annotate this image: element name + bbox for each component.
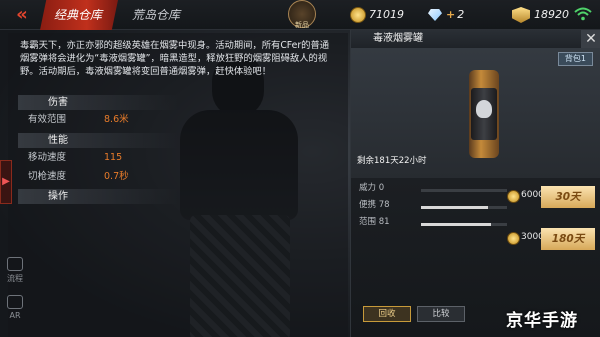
panel-header: 毒液烟雾罐 ✕ <box>351 30 600 48</box>
remaining-time: 剩余181天22小时 <box>357 156 427 166</box>
honor-icon <box>512 7 530 23</box>
emblem-label: 新品 <box>295 21 309 29</box>
venom-smoke-canister-icon <box>469 70 499 158</box>
bar-label: 便携 78 <box>359 200 390 210</box>
diamond-amount: 2 <box>457 8 465 21</box>
compare-button[interactable]: 比较 <box>417 306 465 322</box>
dock-label: AR <box>9 311 21 320</box>
coin-icon <box>507 190 520 203</box>
left-dock: 流程 AR <box>0 255 30 333</box>
buy-30-days-button[interactable]: 30天 <box>541 186 595 208</box>
recycle-button[interactable]: 回收 <box>363 306 411 322</box>
wifi-icon <box>574 7 592 21</box>
back-icon[interactable]: « <box>4 4 40 26</box>
backpack-tag[interactable]: 背包1 <box>557 52 593 66</box>
stat-switch-speed: 切枪速度 0.7秒 <box>18 169 218 185</box>
watermark-logo: 京华手游 <box>506 311 578 331</box>
honor-balance[interactable]: 18920 <box>512 6 569 24</box>
panel-title: 毒液烟雾罐 <box>373 33 423 44</box>
section-operation: 操作 <box>18 189 178 204</box>
section-damage: 伤害 <box>18 95 178 110</box>
coin-amount: 71019 <box>369 8 404 21</box>
bar-label: 范围 81 <box>359 217 390 227</box>
stat-value: 115 <box>104 152 123 163</box>
add-icon: + <box>446 8 456 21</box>
item-info-panel: 毒霸天下，亦正亦邪的超级英雄在烟雾中现身。活动期间，所有CFer的普通烟雾弹将会… <box>8 33 348 337</box>
coin-icon <box>350 7 366 23</box>
tab-classic-warehouse[interactable]: 经典仓库 <box>40 0 118 30</box>
venom-face-icon <box>476 100 492 118</box>
section-performance: 性能 <box>18 133 178 148</box>
new-item-emblem[interactable]: 新品 <box>282 0 322 30</box>
stat-label: 有效范围 <box>28 114 67 125</box>
stat-value: 0.7秒 <box>104 171 129 182</box>
diamond-balance[interactable]: +2 <box>428 6 464 24</box>
coin-balance[interactable]: 71019 <box>350 6 404 24</box>
item-detail-panel: 毒液烟雾罐 ✕ 背包1 剩余181天22小时 威力 0 便携 78 范围 81 … <box>350 30 600 337</box>
top-bar: « 经典仓库 荒岛仓库 新品 71019 +2 18920 <box>0 0 600 30</box>
bar-track <box>421 206 507 209</box>
stat-range: 有效范围 8.6米 <box>18 112 218 128</box>
bar-label: 威力 0 <box>359 183 385 193</box>
stat-value: 8.6米 <box>104 114 129 125</box>
stat-label: 切枪速度 <box>28 171 67 182</box>
close-icon[interactable]: ✕ <box>581 30 600 48</box>
honor-amount: 18920 <box>534 8 569 21</box>
dock-item-ar[interactable]: AR <box>0 295 30 327</box>
bar-fill <box>421 223 491 226</box>
item-description: 毒霸天下，亦正亦邪的超级英雄在烟雾中现身。活动期间，所有CFer的普通烟雾弹将会… <box>20 40 330 77</box>
dock-label: 流程 <box>7 274 23 283</box>
diamond-icon <box>428 9 442 21</box>
bar-track <box>421 223 507 226</box>
coin-icon <box>507 232 520 245</box>
stat-move-speed: 移动速度 115 <box>18 150 218 166</box>
expand-arrow-icon[interactable]: ▶ <box>0 160 12 204</box>
stat-label: 移动速度 <box>28 152 67 163</box>
price-option-30-days[interactable]: 6000 30天 <box>507 186 595 208</box>
price-option-180-days[interactable]: 30000 180天 <box>507 228 595 250</box>
tab-island-warehouse[interactable]: 荒岛仓库 <box>118 0 210 30</box>
buy-180-days-button[interactable]: 180天 <box>541 228 595 250</box>
item-preview: 背包1 剩余181天22小时 <box>351 48 600 178</box>
bar-track <box>421 189 507 192</box>
ar-icon <box>7 295 23 309</box>
bar-fill <box>421 206 489 209</box>
dock-item-flow[interactable]: 流程 <box>0 257 30 289</box>
flow-icon <box>7 257 23 271</box>
